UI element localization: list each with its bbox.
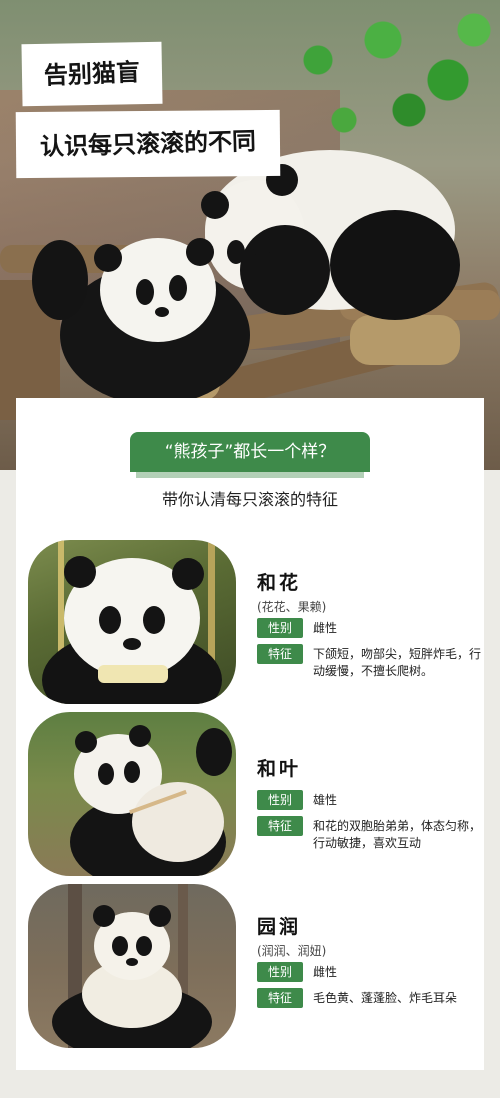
feature-label: 特征 (257, 644, 303, 664)
gender-value: 雌性 (313, 965, 338, 979)
title-line-1: 告别猫盲 (27, 45, 157, 103)
intro-subtitle: 带你认清每只滚滚的特征 (161, 490, 338, 509)
panda-photo (28, 540, 236, 704)
feature-value: 毛色黄、蓬蓬脸、炸毛耳朵 (313, 991, 458, 1005)
panda-card-hehua: 和花 (花花、果赖) 性别 雌性 特征 下颌短，吻部尖，短胖炸毛，行动缓慢，不擅… (28, 540, 481, 704)
panda-card-yuanrun: 园润 (润润、润妞) 性别 雌性 特征 毛色黄、蓬蓬脸、炸毛耳朵 (28, 884, 472, 1048)
gender-label: 性别 (257, 790, 303, 810)
feature-value: 和花的双胞胎弟弟，体态匀称，行动敏捷，喜欢互动 (313, 819, 482, 850)
panda-photo (28, 712, 236, 876)
panda-card-heye: 和叶 性别 雄性 特征 和花的双胞胎弟弟，体态匀称，行动敏捷，喜欢互动 (28, 712, 481, 876)
info-card: “熊孩子”都长一个样？ 带你认清每只滚滚的特征 和花 (花花、果赖) 性别 雌性 (16, 398, 484, 1070)
gender-value: 雄性 (313, 793, 338, 807)
panda-alias: (润润、润妞) (257, 944, 327, 958)
feature-value: 下颌短，吻部尖，短胖炸毛，行动缓慢，不擅长爬树。 (313, 647, 482, 678)
feature-label: 特征 (257, 816, 303, 836)
panda-photo (28, 884, 236, 1048)
title-line-2: 认识每只滚滚的不同 (21, 112, 275, 176)
intro-badge: “熊孩子”都长一个样？ (130, 432, 370, 478)
gender-value: 雌性 (313, 621, 338, 635)
panda-name: 和花 (257, 572, 302, 594)
panda-alias: (花花、果赖) (257, 600, 327, 614)
feature-label: 特征 (257, 988, 303, 1008)
panda-name: 和叶 (257, 758, 302, 780)
gender-label: 性别 (257, 618, 303, 638)
panda-name: 园润 (257, 916, 302, 938)
gender-label: 性别 (257, 962, 303, 982)
